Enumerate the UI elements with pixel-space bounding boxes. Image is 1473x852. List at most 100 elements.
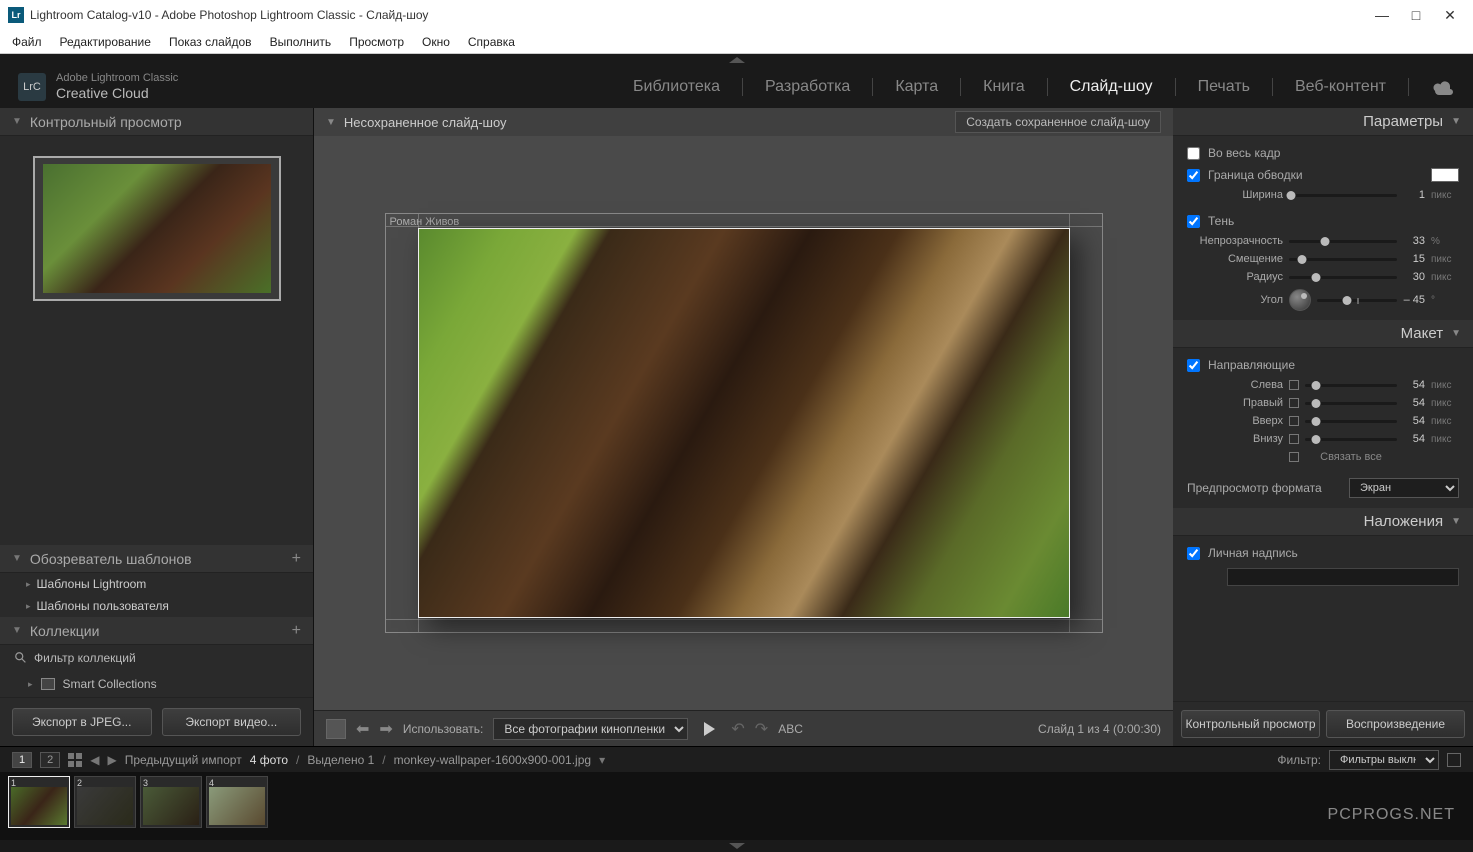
template-lightroom[interactable]: Шаблоны Lightroom (0, 573, 313, 595)
rotate-ccw-icon[interactable]: ↶ (731, 719, 744, 739)
menu-view[interactable]: Просмотр (349, 35, 404, 49)
menu-slideshow[interactable]: Показ слайдов (169, 35, 252, 49)
filmstrip-thumb[interactable]: 1 (8, 776, 70, 828)
top-panel-grip[interactable] (0, 54, 1473, 66)
left-panel: ▼Контрольный просмотр ▼Обозреватель шабл… (0, 108, 314, 746)
cloud-sync-icon[interactable] (1431, 79, 1455, 95)
margin-right-slider[interactable] (1305, 402, 1397, 405)
stroke-color-swatch[interactable] (1431, 168, 1459, 182)
export-jpeg-button[interactable]: Экспорт в JPEG... (12, 708, 152, 736)
stop-button[interactable] (326, 719, 346, 739)
module-book[interactable]: Книга (983, 78, 1024, 96)
module-print[interactable]: Печать (1198, 78, 1250, 96)
module-map[interactable]: Карта (895, 78, 938, 96)
add-template-button[interactable]: + (292, 550, 301, 568)
menu-help[interactable]: Справка (468, 35, 515, 49)
preview-thumbnail[interactable] (33, 156, 281, 301)
title-bar: Lr Lightroom Catalog-v10 - Adobe Photosh… (0, 0, 1473, 30)
link-bottom-toggle[interactable] (1289, 434, 1299, 444)
export-video-button[interactable]: Экспорт видео... (162, 708, 302, 736)
collections-filter[interactable]: Фильтр коллекций (0, 645, 313, 671)
filter-lock-icon[interactable] (1447, 753, 1461, 767)
layout-header[interactable]: Макет▼ (1173, 320, 1473, 348)
filename-dropdown-icon[interactable]: ▾ (599, 753, 605, 767)
module-library[interactable]: Библиотека (633, 78, 720, 96)
identity-plate-checkbox[interactable] (1187, 547, 1200, 560)
collections-panel-header[interactable]: ▼Коллекции+ (0, 617, 313, 645)
nav-back-icon[interactable]: ◀ (90, 753, 99, 767)
module-develop[interactable]: Разработка (765, 78, 850, 96)
save-slideshow-button[interactable]: Создать сохраненное слайд-шоу (955, 111, 1161, 133)
menu-run[interactable]: Выполнить (270, 35, 332, 49)
filmstrip-thumb[interactable]: 2 (74, 776, 136, 828)
minimize-button[interactable]: — (1375, 8, 1389, 22)
search-icon (14, 651, 28, 665)
menu-bar: Файл Редактирование Показ слайдов Выполн… (0, 30, 1473, 54)
filmstrip-thumb[interactable]: 4 (206, 776, 268, 828)
link-right-toggle[interactable] (1289, 398, 1299, 408)
prev-slide-button[interactable]: ⬅ (356, 719, 369, 739)
filter-select[interactable]: Фильтры выключ... (1329, 750, 1439, 770)
use-source-select[interactable]: Все фотографии кинопленки (493, 718, 688, 740)
templates-panel-header[interactable]: ▼Обозреватель шаблонов+ (0, 545, 313, 573)
bottom-panel-grip[interactable] (0, 840, 1473, 852)
parameters-header[interactable]: Параметры▼ (1173, 108, 1473, 136)
filter-label: Фильтр: (1277, 753, 1321, 767)
angle-slider[interactable] (1317, 299, 1397, 302)
secondary-display-toggle[interactable]: 2 (40, 752, 60, 768)
link-all-toggle[interactable] (1289, 452, 1299, 462)
guides-checkbox[interactable] (1187, 359, 1200, 372)
link-top-toggle[interactable] (1289, 416, 1299, 426)
playback-toolbar: ⬅ ➡ Использовать: Все фотографии кинопле… (314, 710, 1173, 746)
full-frame-checkbox[interactable] (1187, 147, 1200, 160)
slide-image (418, 228, 1070, 618)
overlays-header[interactable]: Наложения▼ (1173, 508, 1473, 536)
text-overlay-button[interactable]: ABC (778, 722, 803, 736)
playback-button[interactable]: Воспроизведение (1326, 710, 1465, 738)
smart-collections[interactable]: Smart Collections (0, 671, 313, 697)
secondary-toolbar: 1 2 ◀ ▶ Предыдущий импорт 4 фото / Выдел… (0, 746, 1473, 772)
slideshow-header: ▼ Несохраненное слайд-шоу Создать сохран… (314, 108, 1173, 136)
filmstrip[interactable]: 1 2 3 4 PCPROGS.NET (0, 772, 1473, 840)
preview-panel-header[interactable]: ▼Контрольный просмотр (0, 108, 313, 136)
template-user[interactable]: Шаблоны пользователя (0, 595, 313, 617)
product-name: Adobe Lightroom Classic (56, 72, 178, 85)
photo-count: 4 фото (250, 753, 288, 767)
add-collection-button[interactable]: + (292, 622, 301, 640)
lightroom-logo-icon: LrC (18, 73, 46, 101)
window-title: Lightroom Catalog-v10 - Adobe Photoshop … (30, 8, 1375, 22)
source-label[interactable]: Предыдущий импорт (125, 753, 242, 767)
play-button[interactable] (704, 722, 715, 736)
shadow-checkbox[interactable] (1187, 215, 1200, 228)
radius-slider[interactable] (1289, 276, 1397, 279)
margin-left-slider[interactable] (1305, 384, 1397, 387)
preview-button[interactable]: Контрольный просмотр (1181, 710, 1320, 738)
grid-view-icon[interactable] (68, 753, 82, 767)
close-button[interactable]: ✕ (1443, 8, 1457, 22)
filmstrip-thumb[interactable]: 3 (140, 776, 202, 828)
module-slideshow[interactable]: Слайд-шоу (1070, 78, 1153, 96)
rotate-cw-icon[interactable]: ↷ (755, 719, 768, 739)
preview-format-select[interactable]: Экран (1349, 478, 1459, 498)
next-slide-button[interactable]: ➡ (379, 719, 392, 739)
stroke-width-slider[interactable] (1289, 194, 1397, 197)
menu-file[interactable]: Файл (12, 35, 42, 49)
maximize-button[interactable]: □ (1409, 8, 1423, 22)
angle-dial[interactable] (1289, 289, 1311, 311)
slide-caption[interactable]: Роман Живов (390, 216, 460, 228)
menu-window[interactable]: Окно (422, 35, 450, 49)
identity-plate-preview[interactable] (1227, 568, 1459, 586)
margin-top-slider[interactable] (1305, 420, 1397, 423)
stroke-checkbox[interactable] (1187, 169, 1200, 182)
module-web[interactable]: Веб-контент (1295, 78, 1386, 96)
slide-frame: Роман Живов (385, 213, 1103, 633)
main-display-toggle[interactable]: 1 (12, 752, 32, 768)
slide-canvas[interactable]: Роман Живов (314, 136, 1173, 710)
menu-edit[interactable]: Редактирование (60, 35, 151, 49)
watermark: PCPROGS.NET (1328, 806, 1455, 824)
margin-bottom-slider[interactable] (1305, 438, 1397, 441)
opacity-slider[interactable] (1289, 240, 1397, 243)
nav-forward-icon[interactable]: ▶ (107, 753, 116, 767)
offset-slider[interactable] (1289, 258, 1397, 261)
link-left-toggle[interactable] (1289, 380, 1299, 390)
